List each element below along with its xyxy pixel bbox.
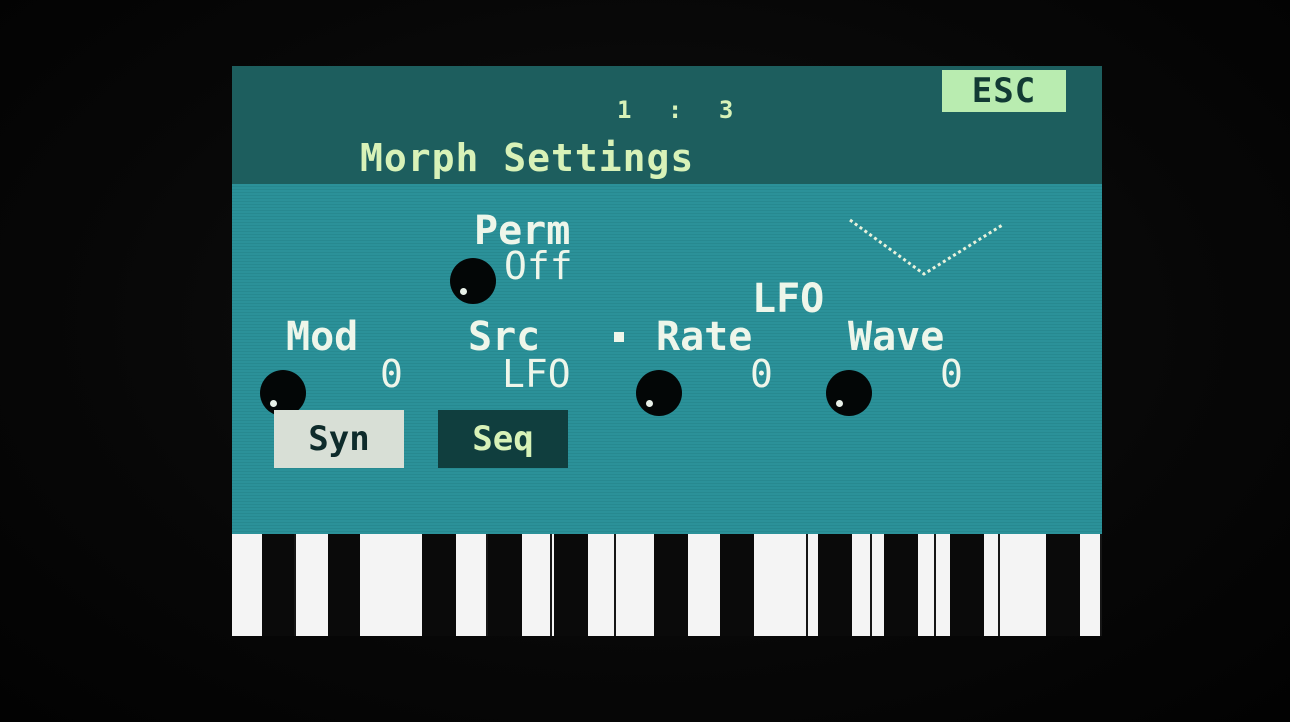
- perm-value: Off: [504, 244, 573, 288]
- position-separator: :: [667, 96, 685, 124]
- page-title: Morph Settings: [360, 136, 695, 180]
- parameter-area: Perm Off LFO Mod 0 Src LFO Rate 0 Wave 0: [232, 184, 1102, 534]
- white-key[interactable]: [360, 534, 424, 636]
- black-key[interactable]: [1046, 534, 1080, 636]
- wave-knob[interactable]: [826, 370, 872, 416]
- perm-knob[interactable]: [450, 258, 496, 304]
- lcd-screen: 1 : 3 ESC Morph Settings Perm Off LFO Mo…: [232, 66, 1102, 636]
- lfo-heading: LFO: [752, 276, 825, 322]
- seq-button[interactable]: Seq: [438, 410, 568, 468]
- black-key[interactable]: [262, 534, 294, 636]
- black-key[interactable]: [488, 534, 522, 636]
- black-key[interactable]: [328, 534, 360, 636]
- black-key[interactable]: [554, 534, 588, 636]
- position-right: 3: [718, 96, 736, 124]
- rate-value: 0: [750, 352, 773, 396]
- selection-marker: [614, 332, 624, 342]
- black-key[interactable]: [818, 534, 852, 636]
- mod-value: 0: [380, 352, 403, 396]
- piano-keyboard: [232, 534, 1102, 636]
- device-bezel: 1 : 3 ESC Morph Settings Perm Off LFO Mo…: [0, 0, 1290, 722]
- wave-label: Wave: [848, 314, 945, 360]
- black-key[interactable]: [884, 534, 918, 636]
- syn-button[interactable]: Syn: [274, 410, 404, 468]
- black-key[interactable]: [720, 534, 754, 636]
- black-key[interactable]: [950, 534, 984, 636]
- lfo-waveform-graph: [849, 218, 1005, 276]
- mod-label: Mod: [286, 314, 359, 360]
- esc-button[interactable]: ESC: [942, 70, 1066, 112]
- rate-label: Rate: [656, 314, 753, 360]
- wave-value: 0: [940, 352, 963, 396]
- position-left: 1: [617, 96, 634, 124]
- src-value: LFO: [502, 352, 571, 396]
- header-bar: 1 : 3 ESC Morph Settings: [232, 66, 1102, 184]
- position-indicator: 1 : 3: [617, 96, 735, 124]
- rate-knob[interactable]: [636, 370, 682, 416]
- black-key[interactable]: [654, 534, 688, 636]
- black-key[interactable]: [422, 534, 456, 636]
